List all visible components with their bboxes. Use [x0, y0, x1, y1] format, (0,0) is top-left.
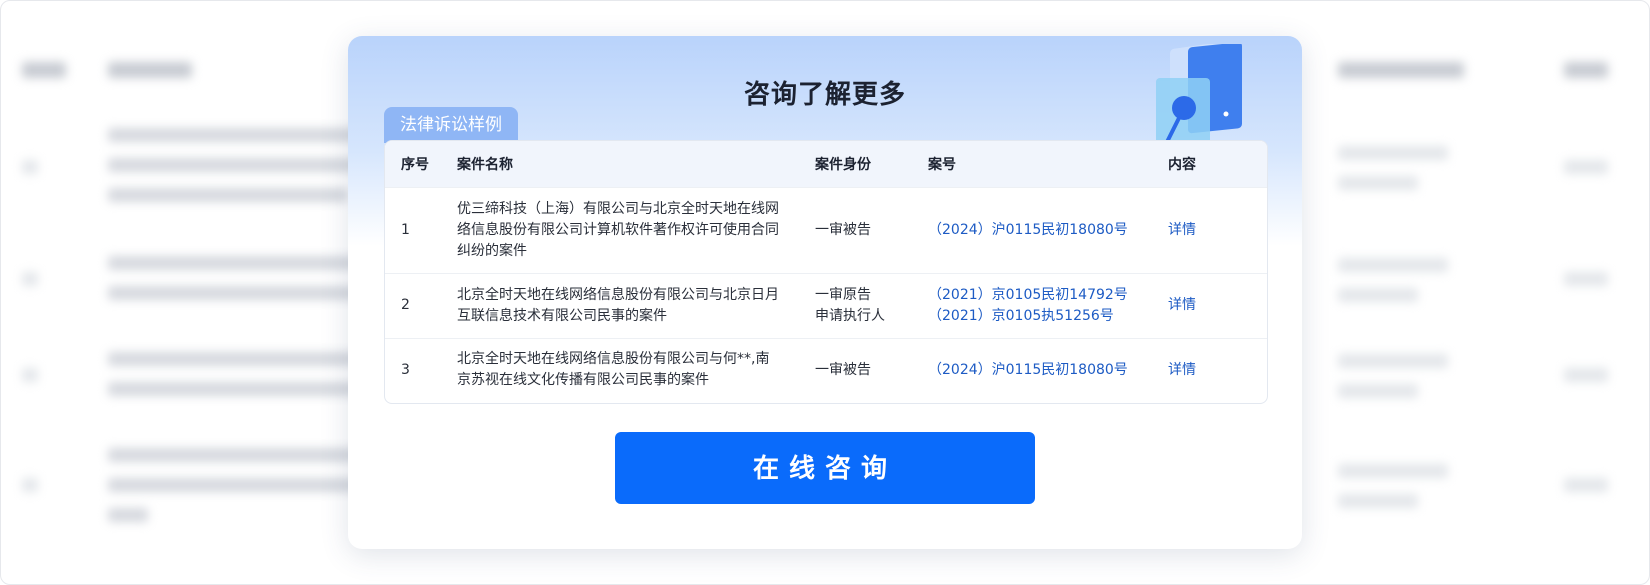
row-index: 2 — [401, 297, 410, 313]
row-index: 3 — [401, 361, 410, 378]
case-role: 一审被告 — [815, 221, 871, 238]
case-role-cell: 一审被告 — [799, 187, 912, 273]
row-index: 1 — [401, 221, 410, 238]
column-header-case-number: 案号 — [928, 156, 956, 173]
content-cell: 详情 — [1152, 338, 1267, 402]
case-number: （2021）京0105执51256号 — [928, 307, 1114, 324]
case-role-cell: 一审原告 申请执行人 — [799, 273, 912, 338]
content-cell: 详情 — [1152, 273, 1267, 338]
case-name: 北京全时天地在线网络信息股份有限公司与何**,南京苏视在线文化传播有限公司民事的… — [457, 351, 770, 389]
case-name: 优三缔科技（上海）有限公司与北京全时天地在线网络信息股份有限公司计算机软件著作权… — [457, 200, 779, 259]
online-consult-button[interactable]: 在线咨询 — [615, 432, 1035, 504]
case-role: 一审原告 — [815, 286, 871, 303]
table-row: 2 北京全时天地在线网络信息股份有限公司与北京日月互联信息技术有限公司民事的案件… — [385, 273, 1267, 338]
consult-modal: 咨询了解更多 法律诉讼样例 序号 案件名称 案件身份 案号 内容 1 优三缔科技… — [348, 36, 1302, 549]
table-row: 3 北京全时天地在线网络信息股份有限公司与何**,南京苏视在线文化传播有限公司民… — [385, 338, 1267, 402]
column-header-case-name: 案件名称 — [457, 156, 513, 173]
column-header-content: 内容 — [1168, 156, 1196, 173]
column-header-case-role: 案件身份 — [815, 156, 871, 173]
case-number: （2024）沪0115民初18080号 — [928, 361, 1128, 378]
table-row: 1 优三缔科技（上海）有限公司与北京全时天地在线网络信息股份有限公司计算机软件著… — [385, 187, 1267, 273]
lawsuit-table: 序号 案件名称 案件身份 案号 内容 1 优三缔科技（上海）有限公司与北京全时天… — [384, 140, 1268, 404]
column-header-index: 序号 — [401, 156, 429, 173]
table-header-row: 序号 案件名称 案件身份 案号 内容 — [385, 141, 1267, 187]
detail-link[interactable]: 详情 — [1168, 222, 1196, 238]
case-number: （2024）沪0115民初18080号 — [928, 221, 1128, 238]
lawsuit-sample-tab: 法律诉讼样例 — [384, 107, 518, 143]
case-number-cell: （2021）京0105民初14792号 （2021）京0105执51256号 — [912, 273, 1152, 338]
case-number-cell: （2024）沪0115民初18080号 — [912, 338, 1152, 402]
content-cell: 详情 — [1152, 187, 1267, 273]
case-role-cell: 一审被告 — [799, 338, 912, 402]
detail-link[interactable]: 详情 — [1168, 362, 1196, 378]
modal-title: 咨询了解更多 — [743, 80, 906, 110]
detail-link[interactable]: 详情 — [1168, 297, 1196, 313]
case-role: 一审被告 — [815, 361, 871, 378]
case-name: 北京全时天地在线网络信息股份有限公司与北京日月互联信息技术有限公司民事的案件 — [457, 286, 779, 324]
case-number: （2021）京0105民初14792号 — [928, 286, 1128, 303]
case-role: 申请执行人 — [815, 307, 885, 324]
case-number-cell: （2024）沪0115民初18080号 — [912, 187, 1152, 273]
